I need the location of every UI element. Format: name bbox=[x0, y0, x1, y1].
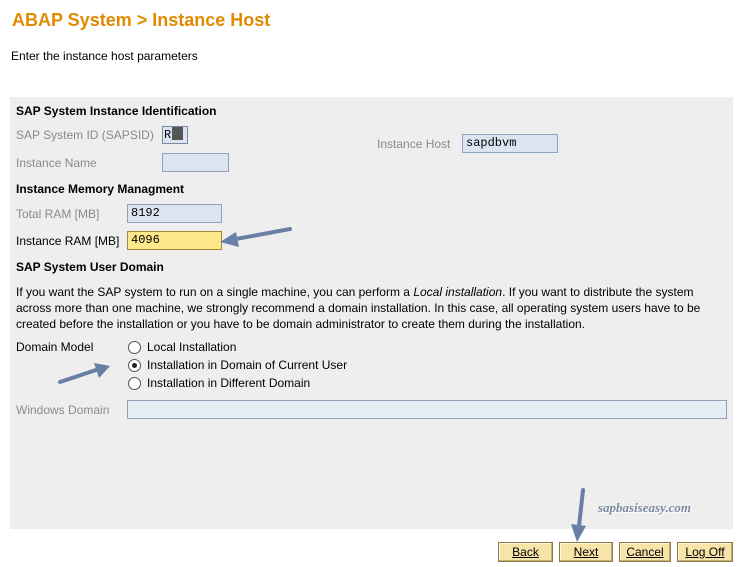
arrow-to-domain-option bbox=[58, 363, 110, 384]
arrow-to-instance-ram bbox=[220, 227, 292, 247]
annotation-arrows bbox=[58, 227, 586, 542]
arrow-to-next-button bbox=[571, 488, 586, 542]
